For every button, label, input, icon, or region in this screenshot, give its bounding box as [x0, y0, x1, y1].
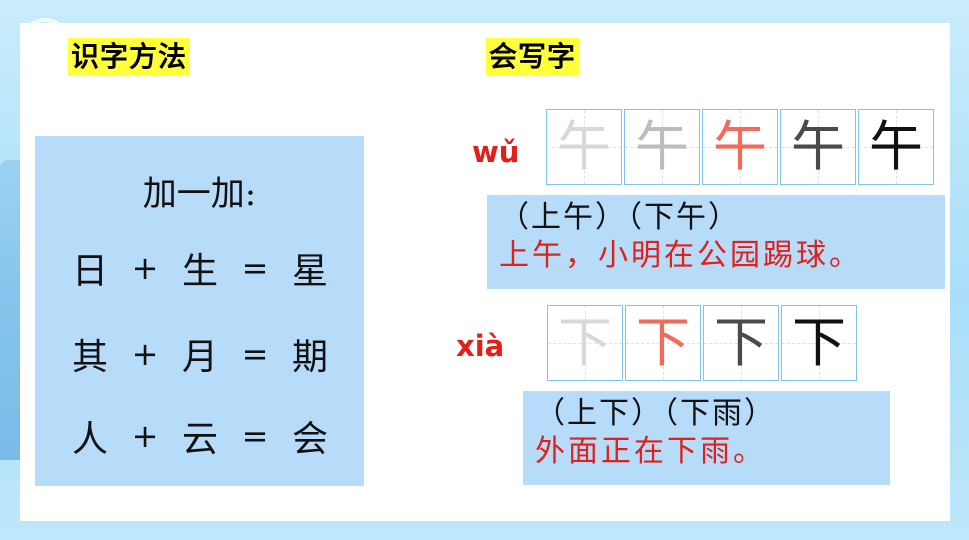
equation-part: 云: [181, 419, 218, 460]
stroke-step-char: 下: [714, 311, 768, 374]
pinyin-wu: wǔ: [472, 135, 520, 169]
stroke-step-char: 午: [557, 115, 611, 178]
section-tag-literacy-method: 识字方法: [68, 38, 191, 76]
plus-sign: +: [131, 335, 159, 373]
lesson-card: 识字方法 会写字 加一加: 日 + 生 = 星 其 + 月 = 期 人 + 云 …: [20, 23, 950, 521]
stroke-step-cell: 下: [625, 305, 701, 381]
stroke-step-cell: 午: [780, 109, 856, 185]
equals-sign: =: [241, 417, 269, 455]
example-box-wu: （上午）（下午） 上午，小明在公园踢球。: [487, 195, 945, 289]
stroke-step-char: 下: [792, 311, 846, 374]
equation-row: 其 + 月 = 期: [65, 329, 335, 379]
character-addition-panel: 加一加: 日 + 生 = 星 其 + 月 = 期 人 + 云 = 会: [35, 136, 364, 486]
equals-sign: =: [241, 249, 269, 287]
stroke-step-char: 下: [558, 311, 612, 374]
equation-result: 星: [291, 251, 328, 292]
plus-sign: +: [131, 417, 159, 455]
stroke-order-grid-wu: 午 午 午 午 午: [546, 109, 936, 185]
example-box-xia: （上下）（下雨） 外面正在下雨。: [523, 391, 890, 485]
example-sentence: 外面正在下雨。: [535, 434, 766, 469]
equation-part: 月: [181, 337, 218, 378]
addition-title: 加一加:: [142, 174, 257, 214]
pinyin-xia: xià: [456, 329, 505, 363]
equation-row: 人 + 云 = 会: [65, 411, 335, 461]
stroke-step-cell: 午: [624, 109, 700, 185]
equation-row: 日 + 生 = 星: [65, 243, 335, 293]
stroke-step-char: 午: [791, 115, 845, 178]
stroke-step-char: 下: [636, 311, 690, 374]
equals-sign: =: [241, 335, 269, 373]
section-tag-writing: 会写字: [486, 38, 580, 76]
equation-result: 期: [291, 337, 328, 378]
stroke-step-char: 午: [869, 115, 923, 178]
example-words: （上下）（下雨）: [535, 396, 776, 431]
example-words: （上午）（下午）: [499, 200, 740, 235]
stroke-step-char: 午: [713, 115, 767, 178]
stroke-step-cell: 下: [547, 305, 623, 381]
stroke-step-cell: 下: [781, 305, 857, 381]
stroke-step-cell: 午: [546, 109, 622, 185]
equation-part: 日: [71, 251, 108, 292]
stroke-step-cell: 午: [702, 109, 778, 185]
stroke-step-cell: 午: [858, 109, 934, 185]
equation-part: 人: [71, 419, 108, 460]
plus-sign: +: [131, 249, 159, 287]
equation-part: 其: [71, 337, 108, 378]
example-sentence: 上午，小明在公园踢球。: [499, 238, 862, 273]
stroke-step-cell: 下: [703, 305, 779, 381]
equation-result: 会: [291, 419, 328, 460]
equation-part: 生: [181, 251, 218, 292]
stroke-order-grid-xia: 下 下 下 下: [547, 305, 859, 381]
stroke-step-char: 午: [635, 115, 689, 178]
